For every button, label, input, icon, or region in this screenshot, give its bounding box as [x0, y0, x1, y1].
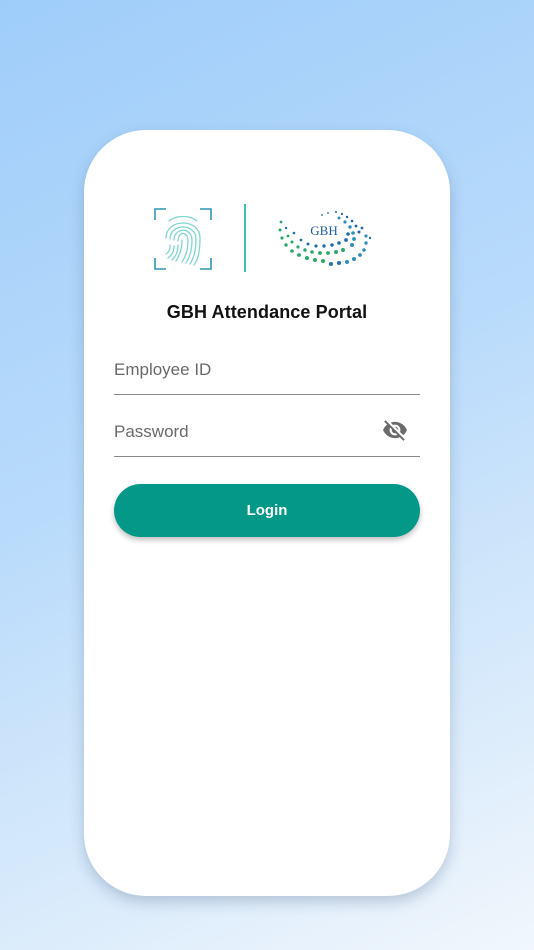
eye-off-icon[interactable] [382, 417, 408, 443]
password-input[interactable] [114, 418, 374, 446]
password-field[interactable] [114, 418, 420, 457]
login-card: GBH GBH Attendance Portal Login [84, 130, 450, 896]
fingerprint-icon [154, 208, 212, 270]
logo-row: GBH [84, 130, 450, 280]
gbh-logo-text: GBH [310, 223, 337, 238]
employee-id-input[interactable] [114, 356, 374, 384]
gbh-logo: GBH [278, 211, 372, 266]
logo-divider [244, 204, 246, 272]
page-title: GBH Attendance Portal [166, 302, 368, 322]
login-button[interactable]: Login [114, 484, 420, 537]
employee-id-field[interactable] [114, 356, 420, 395]
